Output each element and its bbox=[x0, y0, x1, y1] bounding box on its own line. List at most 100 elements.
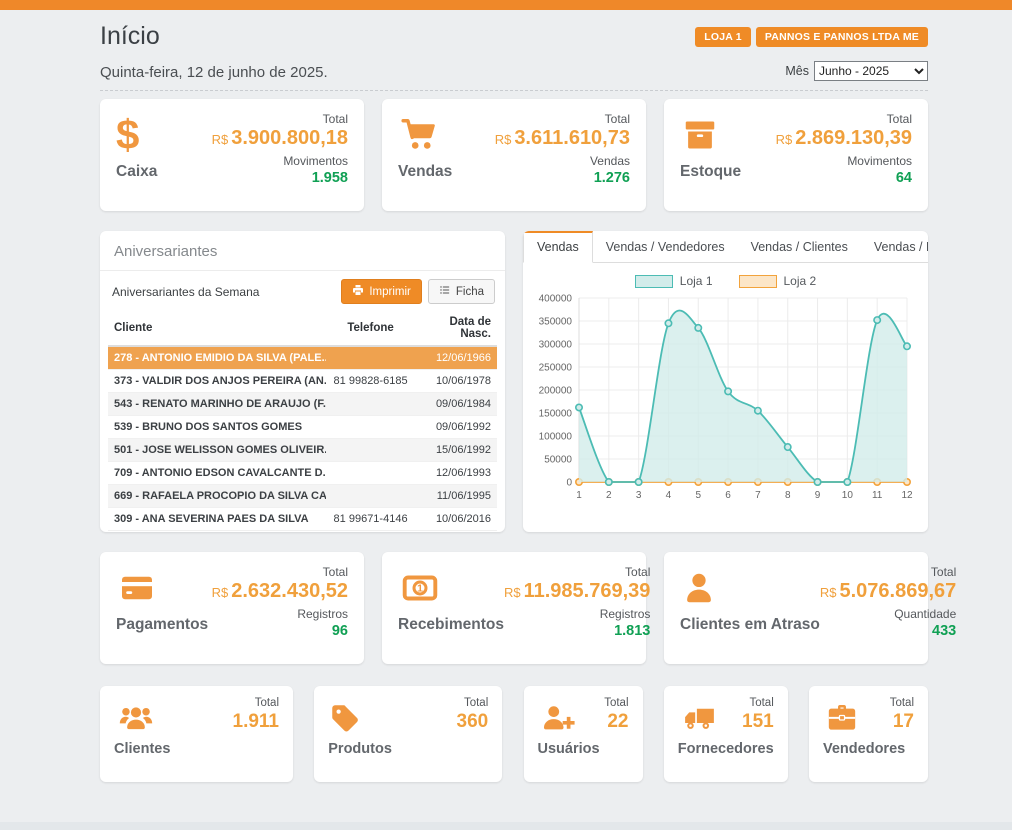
svg-text:4: 4 bbox=[666, 490, 672, 501]
fornecedores-card: Fornecedores Total 151 bbox=[664, 686, 788, 782]
sales-tabs: Vendas Vendas / Vendedores Vendas / Clie… bbox=[523, 231, 928, 263]
usuarios-card: Usuários Total 22 bbox=[524, 686, 643, 782]
card-label: Vendedores bbox=[823, 741, 914, 757]
box-icon bbox=[680, 112, 741, 158]
svg-text:300000: 300000 bbox=[539, 340, 573, 351]
count-label: Quantidade bbox=[820, 607, 956, 621]
legend-item-loja2[interactable]: Loja 2 bbox=[739, 274, 817, 288]
birthday-row[interactable]: 278 - ANTONIO EMIDIO DA SILVA (PALE...12… bbox=[108, 346, 497, 370]
month-select[interactable]: Junho - 2025 bbox=[814, 61, 928, 81]
svg-text:8: 8 bbox=[785, 490, 791, 501]
svg-text:400000: 400000 bbox=[539, 294, 573, 305]
date-row: Quinta-feira, 12 de junho de 2025. Mês J… bbox=[100, 61, 928, 91]
currency-prefix: R$ bbox=[495, 132, 512, 147]
column-header-cliente: Cliente bbox=[108, 311, 326, 346]
page-header: Início LOJA 1 PANNOS E PANNOS LTDA ME bbox=[100, 10, 928, 51]
print-button-label: Imprimir bbox=[369, 286, 411, 298]
birthdays-panel-title: Aniversariantes bbox=[100, 231, 505, 271]
tab-vendas[interactable]: Vendas bbox=[523, 231, 593, 263]
total-label: Total bbox=[776, 112, 912, 126]
currency-prefix: R$ bbox=[212, 585, 229, 600]
stats-row-1: Caixa Total R$ 3.900.800,18 Movimentos 1.… bbox=[100, 99, 928, 211]
tab-vendas-clientes[interactable]: Vendas / Clientes bbox=[738, 231, 861, 262]
birthday-row[interactable]: 501 - JOSE WELISSON GOMES OLIVEIR...15/0… bbox=[108, 439, 497, 462]
ficha-button-label: Ficha bbox=[456, 286, 484, 298]
birthday-row[interactable]: 309 - ANA SEVERINA PAES DA SILVA81 99671… bbox=[108, 508, 497, 531]
bottom-strip bbox=[0, 822, 1012, 830]
total-label: Total bbox=[604, 697, 628, 709]
column-header-telefone: Telefone bbox=[326, 311, 415, 346]
svg-text:6: 6 bbox=[725, 490, 731, 501]
tab-vendas-produtos[interactable]: Vendas / Produtos bbox=[861, 231, 928, 262]
birthday-row[interactable]: 543 - RENATO MARINHO DE ARAUJO (F...09/0… bbox=[108, 393, 497, 416]
ficha-button[interactable]: Ficha bbox=[428, 279, 495, 304]
birthday-row[interactable]: 373 - VALDIR DOS ANJOS PEREIRA (AN...81 … bbox=[108, 370, 497, 393]
total-value: 17 bbox=[890, 711, 914, 733]
total-value: 11.985.769,39 bbox=[524, 580, 651, 602]
dashboard-content: Início LOJA 1 PANNOS E PANNOS LTDA ME Qu… bbox=[100, 10, 928, 782]
legend-item-loja1[interactable]: Loja 1 bbox=[635, 274, 713, 288]
card-label: Vendas bbox=[398, 163, 452, 181]
svg-text:3: 3 bbox=[636, 490, 642, 501]
currency-prefix: R$ bbox=[504, 585, 521, 600]
produtos-card: Produtos Total 360 bbox=[314, 686, 502, 782]
count-value: 64 bbox=[776, 170, 912, 186]
total-label: Total bbox=[890, 697, 914, 709]
money-bill-icon: 1 bbox=[398, 565, 504, 611]
total-label: Total bbox=[233, 697, 280, 709]
count-label: Movimentos bbox=[776, 154, 912, 168]
vendedores-card: Vendedores Total 17 bbox=[809, 686, 928, 782]
total-value: 2.869.130,39 bbox=[795, 127, 912, 149]
birthdays-table-header: Cliente Telefone Data de Nasc. bbox=[108, 311, 497, 346]
birthdays-table: Cliente Telefone Data de Nasc. 278 - ANT… bbox=[108, 311, 497, 531]
card-label: Pagamentos bbox=[116, 616, 208, 634]
total-label: Total bbox=[820, 565, 956, 579]
clientes-em-atraso-card: Clientes em Atraso Total R$5.076.869,67 … bbox=[664, 552, 928, 664]
print-button[interactable]: Imprimir bbox=[341, 279, 422, 304]
total-label: Total bbox=[504, 565, 650, 579]
total-value: 3.611.610,73 bbox=[514, 127, 630, 149]
card-label: Produtos bbox=[328, 741, 488, 757]
card-label: Clientes bbox=[114, 741, 279, 757]
count-label: Movimentos bbox=[212, 154, 348, 168]
total-value: 1.911 bbox=[233, 711, 280, 733]
birthday-row[interactable]: 539 - BRUNO DOS SANTOS GOMES09/06/1992 bbox=[108, 416, 497, 439]
current-date: Quinta-feira, 12 de junho de 2025. bbox=[100, 64, 328, 81]
loja2-swatch-icon bbox=[739, 275, 777, 288]
count-value: 1.276 bbox=[495, 170, 630, 186]
svg-text:350000: 350000 bbox=[539, 317, 573, 328]
birthday-row[interactable]: 669 - RAFAELA PROCOPIO DA SILVA CA...11/… bbox=[108, 485, 497, 508]
chart-legend: Loja 1 Loja 2 bbox=[523, 274, 928, 288]
dollar-icon bbox=[116, 112, 157, 158]
total-label: Total bbox=[457, 697, 489, 709]
svg-text:200000: 200000 bbox=[539, 386, 573, 397]
clientes-card: Clientes Total 1.911 bbox=[100, 686, 293, 782]
birthdays-subtitle: Aniversariantes da Semana bbox=[112, 285, 259, 299]
total-label: Total bbox=[212, 112, 348, 126]
sales-chart-panel: Vendas Vendas / Vendedores Vendas / Clie… bbox=[523, 231, 928, 532]
user-icon bbox=[680, 565, 820, 611]
total-value: 22 bbox=[604, 711, 628, 733]
total-value: 151 bbox=[742, 711, 774, 733]
svg-text:0: 0 bbox=[566, 478, 572, 489]
tab-vendas-vendedores[interactable]: Vendas / Vendedores bbox=[593, 231, 738, 262]
svg-text:5: 5 bbox=[695, 490, 701, 501]
birthday-row[interactable]: 709 - ANTONIO EDSON CAVALCANTE D...12/06… bbox=[108, 462, 497, 485]
svg-text:12: 12 bbox=[901, 490, 913, 501]
total-value: 3.900.800,18 bbox=[231, 127, 348, 149]
recebimentos-card: 1 Recebimentos Total R$11.985.769,39 Reg… bbox=[382, 552, 646, 664]
card-label: Estoque bbox=[680, 163, 741, 181]
total-label: Total bbox=[212, 565, 348, 579]
store-button[interactable]: LOJA 1 bbox=[695, 27, 751, 47]
legend-label-loja1: Loja 1 bbox=[680, 274, 713, 288]
header-buttons: LOJA 1 PANNOS E PANNOS LTDA ME bbox=[695, 27, 928, 47]
card-label: Caixa bbox=[116, 163, 157, 181]
caixa-card: Caixa Total R$3.900.800,18 Movimentos 1.… bbox=[100, 99, 364, 211]
count-label: Registros bbox=[504, 607, 650, 621]
count-label: Vendas bbox=[495, 154, 630, 168]
count-value: 1.813 bbox=[504, 623, 650, 639]
loja1-swatch-icon bbox=[635, 275, 673, 288]
estoque-card: Estoque Total R$2.869.130,39 Movimentos … bbox=[664, 99, 928, 211]
company-button[interactable]: PANNOS E PANNOS LTDA ME bbox=[756, 27, 928, 47]
legend-label-loja2: Loja 2 bbox=[784, 274, 817, 288]
